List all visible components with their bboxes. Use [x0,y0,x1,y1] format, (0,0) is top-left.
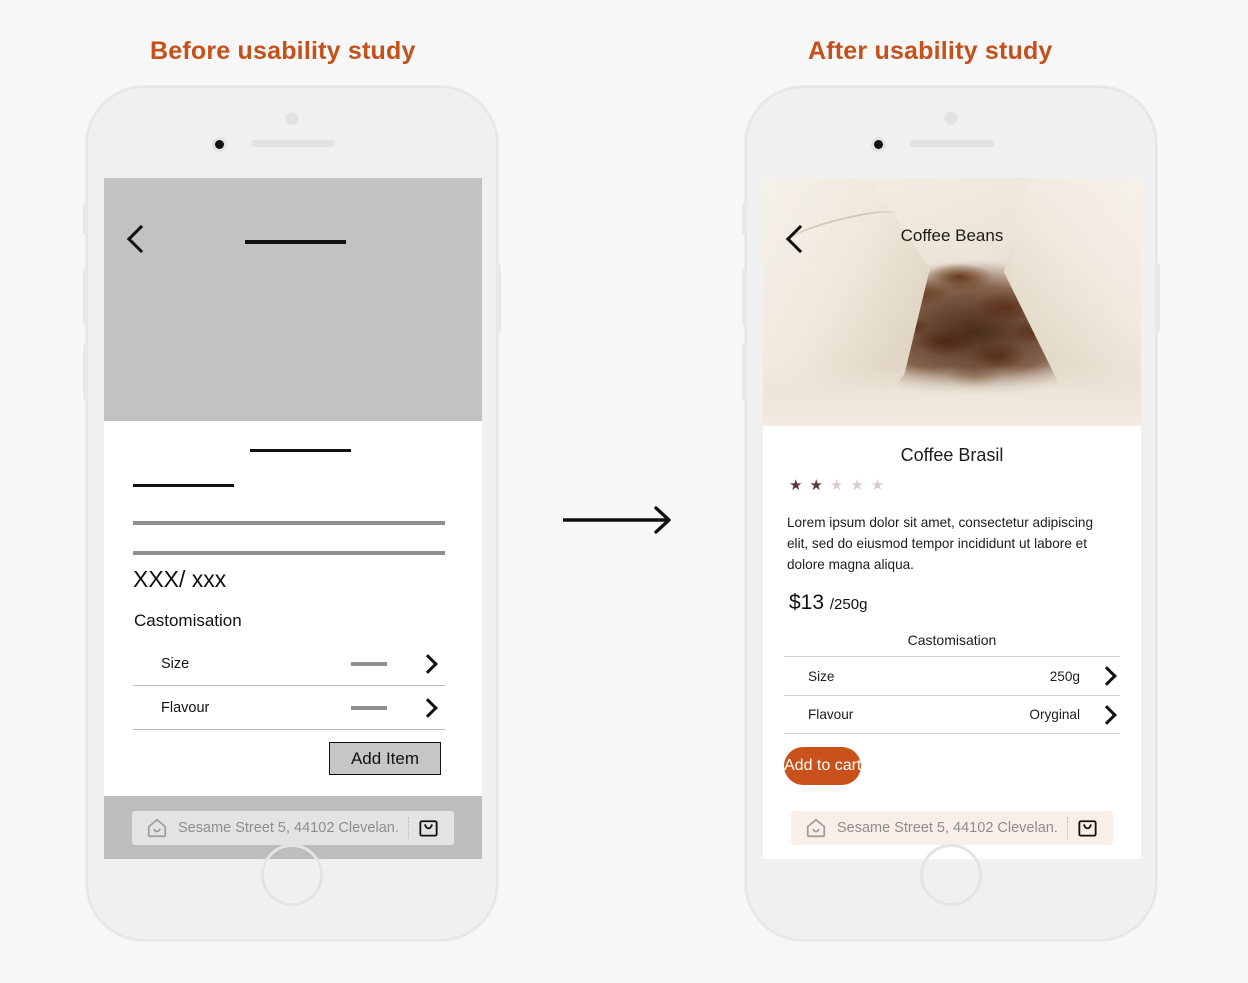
product-hero-photo: Coffee Beans [763,178,1141,426]
earpiece-speaker-icon [251,140,335,147]
phone-mute-switch[interactable] [742,203,747,235]
phone-volume-up-button[interactable] [83,268,88,326]
price-amount: $13 [789,591,825,615]
after-customisation-label: Castomisation [907,632,997,649]
before-customisation-label: Castomisation [134,611,242,630]
before-price-placeholder: XXX/ xxx [133,566,227,592]
before-phone-mockup: XXX/ xxx Castomisation Size Flavour Add … [83,86,501,941]
phone-volume-down-button[interactable] [83,343,88,401]
comparison-board: Before usability study After usability s… [0,0,1248,983]
description-placeholder-line-2 [133,551,445,555]
chevron-right-icon[interactable] [418,697,438,718]
before-option-label: Flavour [161,699,210,716]
home-icon [806,818,826,837]
after-option-label: Size [808,668,835,684]
after-phone-mockup: Coffee Beans Coffee Brasil ★ ★ ★ ★ ★ Lor… [742,86,1160,941]
add-to-cart-button[interactable]: Add to cart [784,747,862,786]
phone-mute-switch[interactable] [83,203,88,235]
star-icon-empty: ★ [870,477,885,494]
proximity-sensor-icon [285,112,299,125]
product-price: $13 /250g [789,591,1141,615]
canvas-sack-bottom [763,366,1141,426]
after-option-row-flavour[interactable]: Flavour Oryginal [784,695,1120,735]
phone-volume-down-button[interactable] [742,343,747,401]
after-option-label: Flavour [808,707,854,723]
phone-volume-up-button[interactable] [742,268,747,326]
before-product-details: XXX/ xxx Castomisation Size Flavour Add … [104,421,482,775]
before-phone-screen: XXX/ xxx Castomisation Size Flavour Add … [104,178,482,859]
chevron-right-icon[interactable] [1097,704,1117,725]
shopping-bag-icon[interactable] [1076,816,1099,839]
phone-home-button[interactable] [261,844,323,906]
star-icon-filled: ★ [789,477,803,494]
front-camera-icon [871,137,886,152]
after-option-row-size[interactable]: Size 250g [784,656,1120,695]
rating-stars[interactable]: ★ ★ ★ ★ ★ [789,476,1141,494]
star-icon-filled: ★ [809,477,823,494]
star-icon-empty: ★ [850,477,864,494]
before-option-rows: Size Flavour [133,642,445,730]
after-address-text: Sesame Street 5, 44102 Clevelan... [837,819,1059,836]
chevron-right-icon[interactable] [1097,666,1117,687]
after-hero-title: Coffee Beans [900,226,1004,245]
after-option-value: Oryginal [1029,707,1080,723]
before-option-label: Size [161,655,190,672]
front-camera-icon [212,137,227,152]
star-icon-empty: ★ [829,477,844,494]
before-address-pill[interactable]: Sesame Street 5, 44102 Clevelan... [132,810,454,845]
before-option-row-flavour[interactable]: Flavour [133,686,445,730]
proximity-sensor-icon [944,112,958,125]
after-hero-header: Coffee Beans [763,178,1141,264]
address-divider [1067,816,1068,839]
phone-home-button[interactable] [920,844,982,906]
before-address-text: Sesame Street 5, 44102 Clevelan... [178,819,400,836]
phone-power-button[interactable] [496,263,501,333]
back-chevron-left-icon[interactable] [126,224,156,254]
add-item-button[interactable]: Add Item [329,742,441,775]
after-address-pill[interactable]: Sesame Street 5, 44102 Clevelan... [791,810,1113,845]
before-panel-title: Before usability study [150,37,416,65]
shopping-bag-icon[interactable] [417,816,440,839]
rating-placeholder-bar [133,484,234,487]
after-panel-title: After usability study [808,37,1053,65]
arrow-right-icon [563,506,671,534]
after-product-details: Coffee Brasil ★ ★ ★ ★ ★ Lorem ipsum dolo… [763,426,1141,796]
after-option-rows: Size 250g Flavour Oryginal [784,656,1120,735]
after-option-value: 250g [1049,668,1080,684]
value-placeholder-dash [351,661,387,666]
home-icon [147,818,167,837]
after-phone-screen: Coffee Beans Coffee Brasil ★ ★ ★ ★ ★ Lor… [763,178,1141,859]
description-placeholder-line-1 [133,521,445,525]
earpiece-speaker-icon [910,140,994,147]
phone-power-button[interactable] [1155,263,1160,333]
product-description: Lorem ipsum dolor sit amet, consectetur … [787,515,1093,573]
product-name: Coffee Brasil [900,445,1004,465]
before-hero-placeholder [104,178,482,421]
price-unit: /250g [829,596,868,614]
product-name-placeholder-bar [250,449,351,452]
chevron-right-icon[interactable] [418,653,438,674]
title-placeholder-bar [245,240,346,244]
value-placeholder-dash [351,705,387,710]
before-option-row-size[interactable]: Size [133,642,445,686]
address-divider [408,816,409,839]
